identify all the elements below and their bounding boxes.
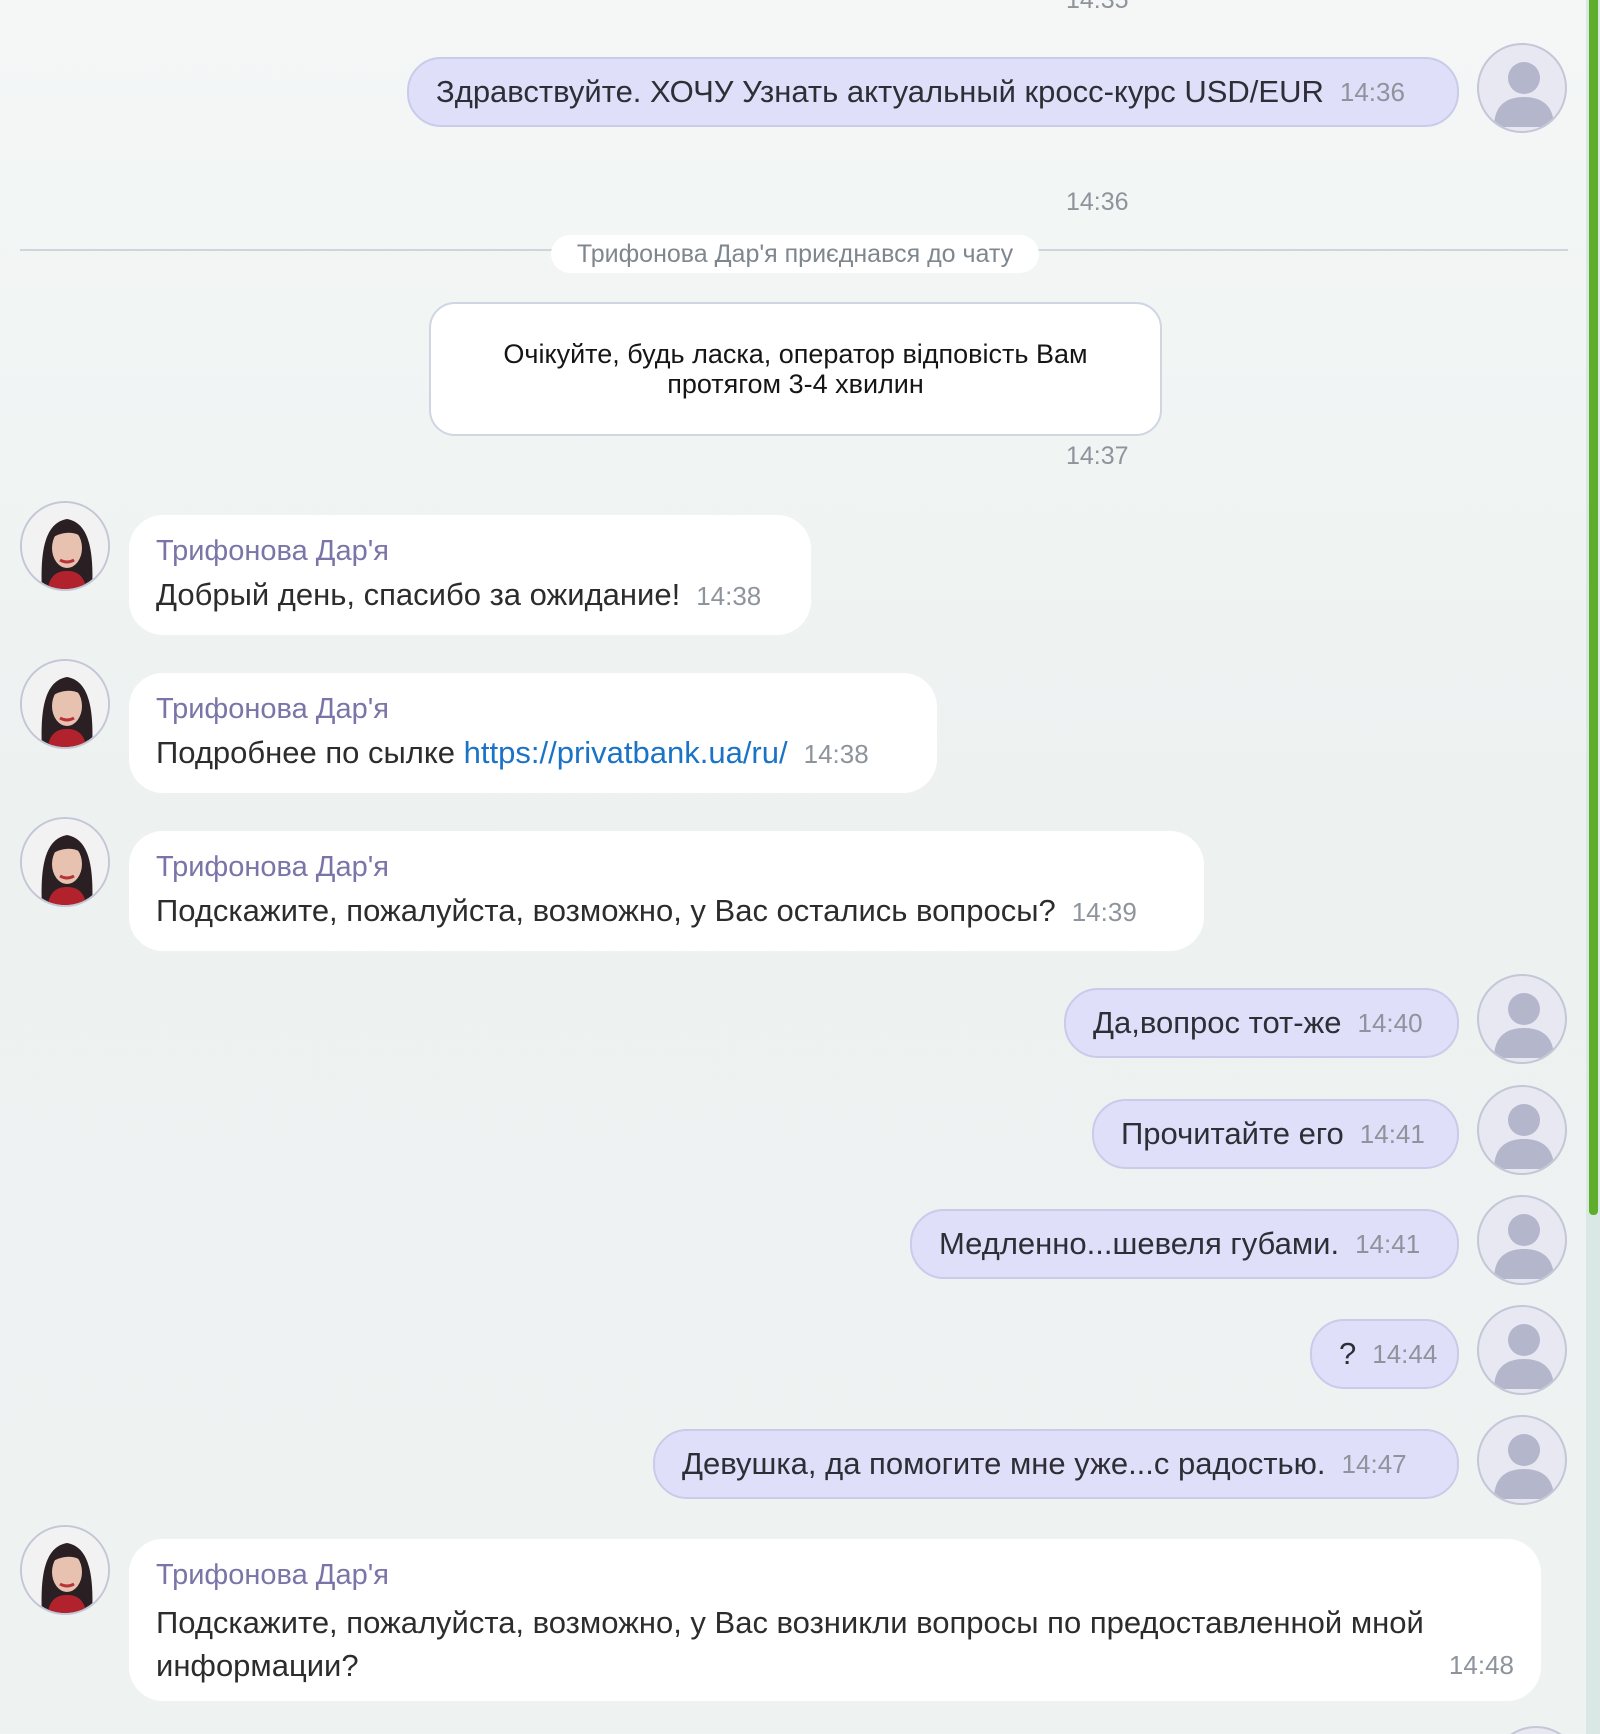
scrollbar-thumb[interactable] bbox=[1589, 0, 1598, 1215]
sender-name: Трифонова Дар'я bbox=[156, 851, 389, 883]
incoming-message[interactable]: Трифонова Дар'я Подскажите, пожалуйста, … bbox=[129, 831, 1204, 951]
operator-avatar bbox=[20, 1525, 110, 1615]
message-text: Добрый день, спасибо за ожидание! bbox=[156, 577, 681, 612]
outgoing-message[interactable]: Здравствуйте. ХОЧУ Узнать актуальный кро… bbox=[407, 57, 1459, 127]
message-time: 14:39 bbox=[1071, 897, 1137, 927]
outgoing-message[interactable]: Медленно...шевеля губами. 14:41 bbox=[910, 1209, 1459, 1279]
sender-name: Трифонова Дар'я bbox=[156, 693, 389, 725]
message-time: 14:35 bbox=[1066, 0, 1129, 14]
message-text-line-1: Подскажите, пожалуйста, возможно, у Вас … bbox=[156, 1605, 1424, 1640]
chat-history[interactable]: 14:35 Здравствуйте. ХОЧУ Узнать актуальн… bbox=[0, 0, 1586, 1734]
message-time: 14:38 bbox=[696, 581, 762, 611]
operator-avatar bbox=[20, 817, 110, 907]
message-text: Подробнее по сылке bbox=[156, 735, 464, 770]
message-text-line-2: информации? bbox=[156, 1648, 359, 1683]
divider-time: 14:36 bbox=[1066, 188, 1129, 216]
message-text: ? bbox=[1339, 1336, 1357, 1371]
message-time: 14:41 bbox=[1355, 1228, 1421, 1259]
sender-name: Трифонова Дар'я bbox=[156, 1559, 389, 1591]
message-time: 14:47 bbox=[1341, 1448, 1407, 1479]
outgoing-message[interactable]: Прочитайте его 14:41 bbox=[1092, 1099, 1459, 1169]
message-time: 14:36 bbox=[1339, 76, 1405, 107]
outgoing-message[interactable]: Девушка, да помогите мне уже...с радость… bbox=[653, 1429, 1459, 1499]
message-text: Да,вопрос тот-же bbox=[1093, 1005, 1342, 1040]
system-message: Очікуйте, будь ласка, оператор відповіст… bbox=[429, 302, 1162, 436]
user-avatar-icon bbox=[1477, 43, 1567, 133]
message-time: 14:44 bbox=[1372, 1338, 1438, 1369]
message-time: 14:38 bbox=[803, 739, 869, 769]
user-avatar-icon bbox=[1477, 1195, 1567, 1285]
incoming-message[interactable]: Трифонова Дар'я Добрый день, спасибо за … bbox=[129, 515, 811, 635]
message-text: Девушка, да помогите мне уже...с радость… bbox=[682, 1446, 1326, 1481]
privatbank-link[interactable]: https://privatbank.ua/ru/ bbox=[464, 735, 788, 770]
message-text: Подскажите, пожалуйста, возможно, у Вас … bbox=[156, 893, 1056, 928]
message-time: 14:40 bbox=[1357, 1007, 1423, 1038]
system-message-text: Очікуйте, будь ласка, оператор відповіст… bbox=[503, 339, 1088, 399]
sender-name: Трифонова Дар'я bbox=[156, 535, 389, 567]
user-avatar-icon bbox=[1477, 1415, 1567, 1505]
user-avatar-icon bbox=[1477, 974, 1567, 1064]
message-text: Здравствуйте. ХОЧУ Узнать актуальный кро… bbox=[436, 74, 1324, 109]
user-avatar-icon bbox=[1477, 1305, 1567, 1395]
incoming-message[interactable]: Трифонова Дар'я Подробнее по сылке https… bbox=[129, 673, 937, 793]
operator-avatar bbox=[20, 501, 110, 591]
operator-avatar bbox=[20, 659, 110, 749]
outgoing-message[interactable]: Да,вопрос тот-же 14:40 bbox=[1064, 988, 1459, 1058]
message-text: Медленно...шевеля губами. bbox=[939, 1226, 1340, 1261]
message-time: 14:37 bbox=[1066, 442, 1129, 470]
incoming-message[interactable]: Трифонова Дар'я Подскажите, пожалуйста, … bbox=[129, 1539, 1541, 1701]
message-time: 14:48 bbox=[1448, 1650, 1514, 1680]
message-time: 14:41 bbox=[1359, 1118, 1425, 1149]
outgoing-message[interactable]: ? 14:44 bbox=[1310, 1319, 1459, 1389]
operator-joined-notice: Трифонова Дар'я приєднався до чату bbox=[551, 235, 1039, 273]
message-text: Прочитайте его bbox=[1121, 1116, 1344, 1151]
user-avatar-icon bbox=[1491, 1726, 1581, 1734]
user-avatar-icon bbox=[1477, 1085, 1567, 1175]
scrollbar[interactable] bbox=[1586, 0, 1600, 1734]
